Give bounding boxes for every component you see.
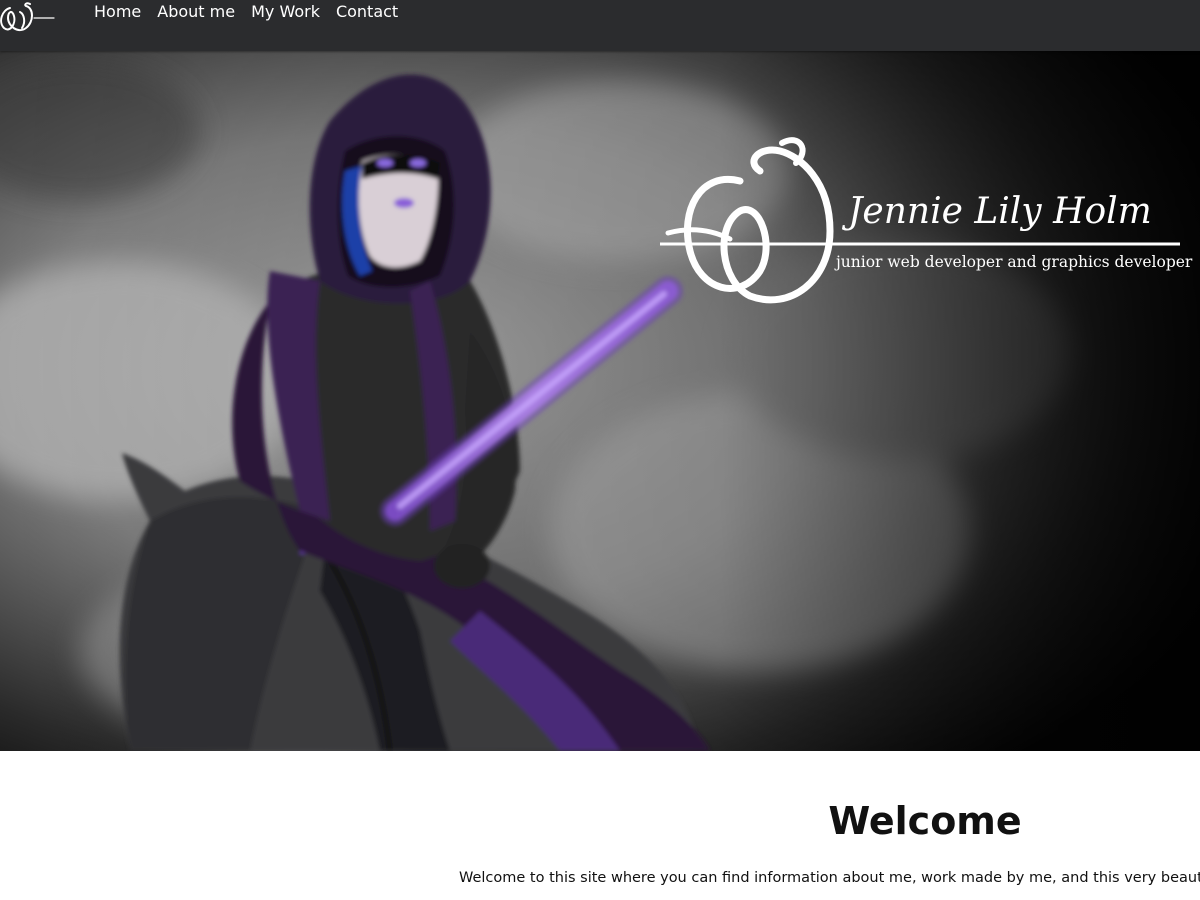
nav-link-work[interactable]: My Work bbox=[251, 2, 320, 22]
nav-link-contact[interactable]: Contact bbox=[336, 2, 398, 22]
nav-link-home[interactable]: Home bbox=[94, 2, 141, 22]
navbar: Home About me My Work Contact bbox=[0, 0, 1200, 51]
welcome-section: Welcome Welcome to this site where you c… bbox=[0, 751, 1200, 900]
nav-links: Home About me My Work Contact bbox=[94, 2, 398, 22]
welcome-intro-text: Welcome to this site where you can find … bbox=[459, 870, 1200, 886]
jlh-logo-icon[interactable] bbox=[0, 0, 60, 36]
brand-name: Jennie Lily Holm bbox=[841, 191, 1152, 232]
welcome-title: Welcome bbox=[828, 799, 1022, 843]
brand-tagline: junior web developer and graphics develo… bbox=[834, 253, 1193, 271]
hero-banner: Jennie Lily Holm junior web developer an… bbox=[0, 51, 1200, 751]
nav-link-about[interactable]: About me bbox=[157, 2, 235, 22]
hero-illustration: Jennie Lily Holm junior web developer an… bbox=[0, 51, 1200, 751]
